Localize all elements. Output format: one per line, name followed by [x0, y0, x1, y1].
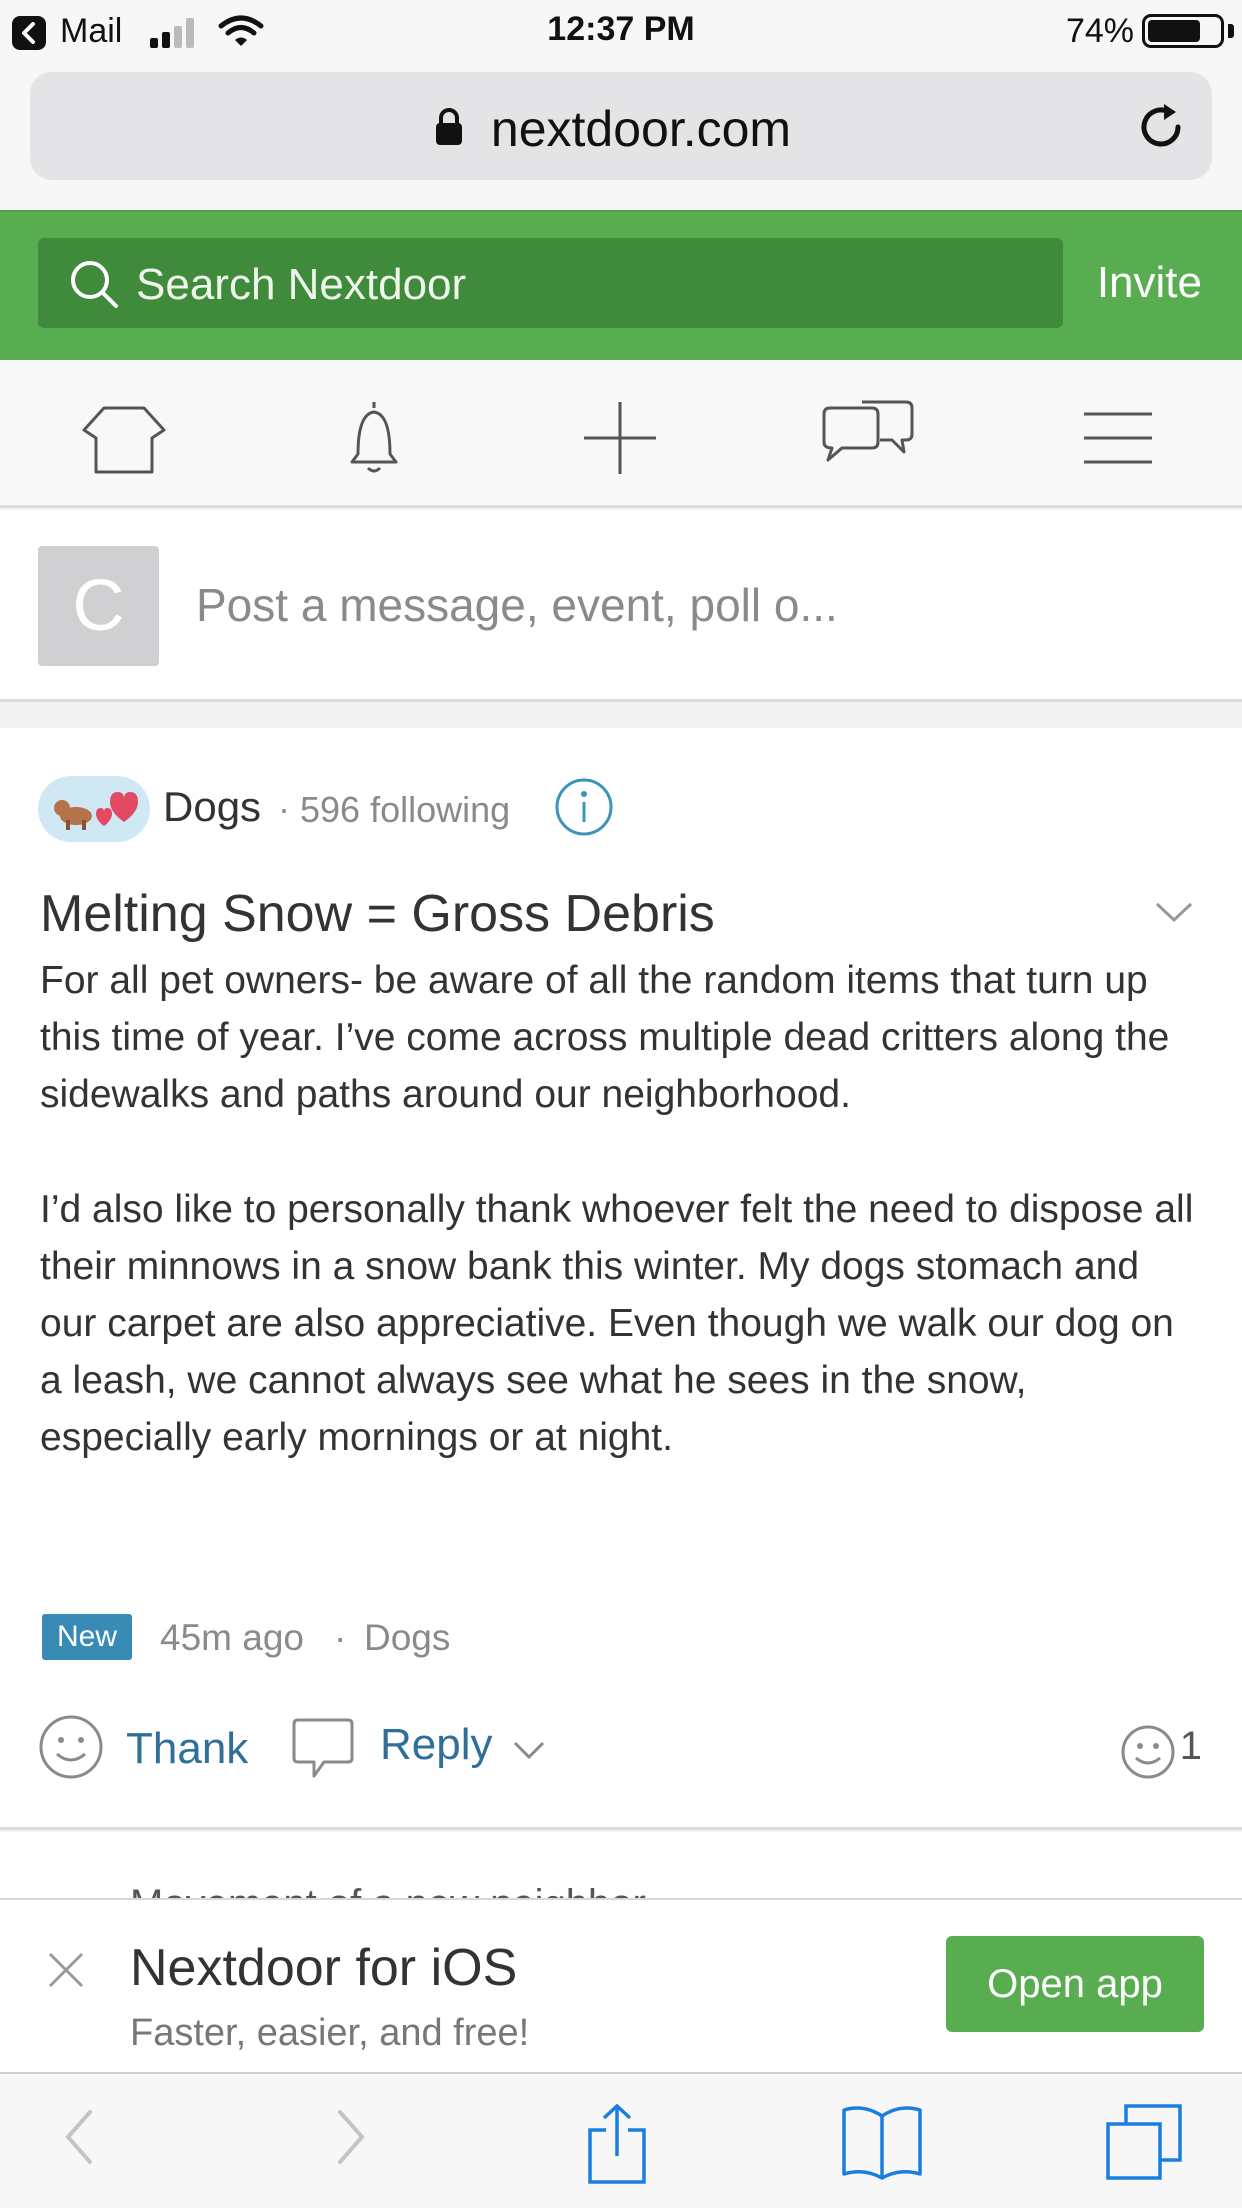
back-icon[interactable] [56, 2102, 102, 2172]
separator-dot: · [334, 1617, 347, 1658]
open-app-button[interactable]: Open app [946, 1936, 1204, 2032]
dog-heart-icon [54, 792, 138, 830]
reaction-smiley-icon[interactable] [1120, 1724, 1176, 1780]
battery-percentage: 74% [1065, 12, 1134, 50]
main-navigation [0, 360, 1242, 508]
battery-level [1148, 20, 1200, 42]
post-paragraph: For all pet owners- be aware of all the … [40, 959, 1170, 1117]
thank-button[interactable]: Thank [126, 1724, 248, 1774]
browser-toolbar [0, 2074, 1242, 2208]
nav-messages[interactable] [818, 398, 918, 478]
banner-title: Nextdoor for iOS [130, 1939, 518, 1997]
post-composer[interactable]: C Post a message, event, poll o... [0, 510, 1242, 702]
nextdoor-header: Search Nextdoor Invite [0, 210, 1242, 360]
battery-tip [1228, 24, 1234, 38]
user-avatar[interactable]: C [38, 546, 159, 666]
chevron-down-icon[interactable] [512, 1740, 546, 1760]
banner-subtitle: Faster, easier, and free! [130, 2012, 530, 2054]
reply-button[interactable]: Reply [380, 1720, 493, 1770]
reaction-count[interactable]: 1 [1180, 1724, 1202, 1769]
home-icon [82, 406, 166, 474]
post-paragraph: I’d also like to personally thank whoeve… [40, 1187, 1194, 1460]
status-bar: Mail 12:37 PM 74% [0, 0, 1242, 62]
new-badge: New [42, 1614, 132, 1660]
group-following-count: 596 following [300, 789, 511, 830]
close-icon[interactable] [46, 1950, 86, 1990]
post-card: Dogs · 596 following Melting Snow = Gros… [0, 728, 1242, 1830]
plus-icon [584, 402, 656, 474]
url-text[interactable]: nextdoor.com [30, 100, 1212, 158]
tabs-icon[interactable] [1104, 2102, 1184, 2182]
nav-home[interactable] [74, 398, 174, 478]
chat-icon [822, 400, 914, 462]
post-group-link[interactable]: Dogs [364, 1617, 450, 1659]
bookmarks-icon[interactable] [840, 2102, 924, 2182]
address-bar[interactable]: nextdoor.com [30, 72, 1212, 180]
next-post-text: Movement of a new neighbor... [130, 1882, 677, 1898]
post-time: 45m ago [160, 1617, 304, 1658]
smiley-icon[interactable] [38, 1714, 104, 1780]
composer-placeholder[interactable]: Post a message, event, poll o... [196, 578, 838, 632]
chevron-down-icon[interactable] [1154, 900, 1194, 924]
post-body: For all pet owners- be aware of all the … [40, 952, 1200, 1467]
nav-menu[interactable] [1068, 398, 1168, 478]
reload-icon[interactable] [1134, 100, 1188, 154]
nav-notifications[interactable] [324, 398, 424, 478]
battery-icon [1142, 14, 1224, 48]
search-input[interactable]: Search Nextdoor [38, 238, 1063, 328]
bell-icon [350, 402, 398, 473]
separator-dot: · [278, 788, 290, 829]
forward-icon[interactable] [328, 2102, 374, 2172]
browser-address-area: nextdoor.com [0, 62, 1242, 210]
clock: 12:37 PM [547, 10, 695, 48]
search-icon [71, 261, 118, 308]
group-name[interactable]: Dogs [163, 783, 261, 831]
info-icon[interactable] [554, 777, 614, 837]
menu-icon [1084, 412, 1152, 464]
comment-icon[interactable] [290, 1716, 356, 1782]
next-post-peek: Movement of a new neighbor... [0, 1832, 1242, 1898]
group-avatar[interactable] [38, 776, 150, 842]
post-title[interactable]: Melting Snow = Gross Debris [40, 884, 715, 944]
invite-link[interactable]: Invite [1097, 258, 1202, 308]
post-actions: Thank Reply 1 [0, 1708, 1242, 1798]
share-icon[interactable] [584, 2102, 650, 2186]
search-placeholder: Search Nextdoor [136, 260, 467, 309]
app-download-banner: Nextdoor for iOS Faster, easier, and fre… [0, 1898, 1242, 2074]
nav-compose[interactable] [570, 398, 670, 478]
